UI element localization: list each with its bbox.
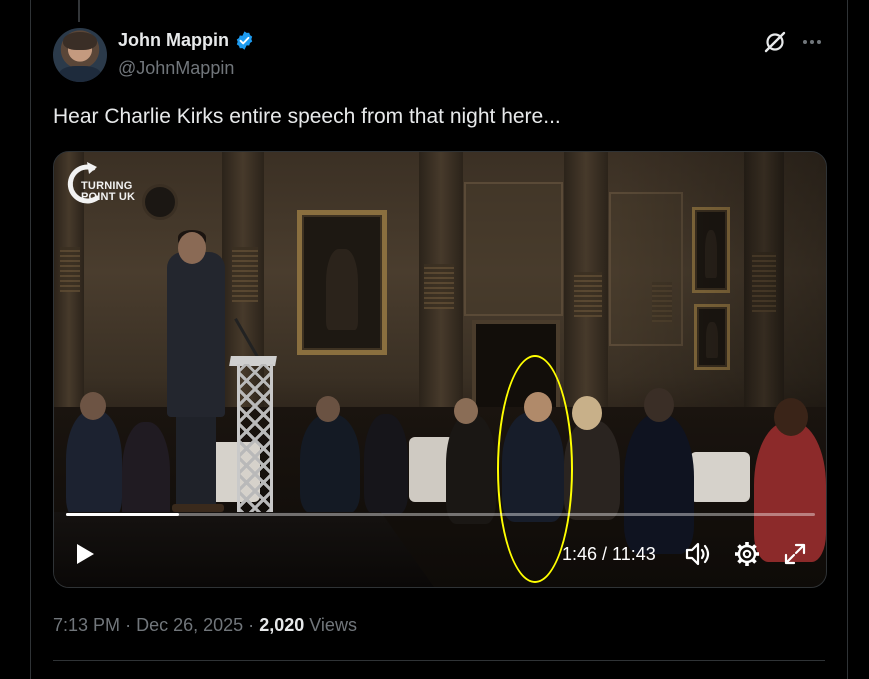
more-dot bbox=[810, 40, 814, 44]
column-border-left bbox=[30, 0, 31, 679]
verified-badge-icon[interactable] bbox=[234, 30, 255, 51]
wall-grille bbox=[60, 247, 80, 292]
more-icon[interactable] bbox=[803, 40, 821, 44]
audience-head bbox=[644, 388, 674, 422]
audience-member bbox=[624, 414, 694, 554]
audience-head bbox=[316, 396, 340, 422]
grok-icon[interactable] bbox=[763, 30, 787, 54]
fullscreen-icon[interactable] bbox=[783, 542, 807, 566]
gear-icon[interactable] bbox=[734, 541, 760, 567]
author-display-name[interactable]: John Mappin bbox=[118, 30, 229, 51]
divider bbox=[53, 660, 825, 661]
turning-point-uk-logo: TURNING POINT UK bbox=[63, 160, 147, 212]
wall-grille bbox=[232, 247, 258, 302]
video-progress-fill bbox=[66, 513, 180, 516]
thread-connector-line bbox=[78, 0, 80, 22]
author-handle[interactable]: @JohnMappin bbox=[118, 58, 234, 79]
tweet-time[interactable]: 7:13 PM bbox=[53, 615, 120, 635]
audience-head bbox=[774, 398, 808, 436]
tweet-metadata: 7:13 PM · Dec 26, 2025 · 2,020 Views bbox=[53, 615, 357, 636]
wall-panel bbox=[464, 182, 563, 316]
wall-grille bbox=[574, 272, 602, 317]
more-dot bbox=[803, 40, 807, 44]
video-time-display: 1:46 / 11:43 bbox=[562, 544, 656, 564]
video-controls: 1:46 / 11:43 bbox=[54, 534, 826, 574]
speaker-body bbox=[167, 252, 225, 417]
audience-head bbox=[80, 392, 106, 420]
avatar-shirt bbox=[59, 66, 101, 82]
meta-separator: · bbox=[248, 615, 255, 635]
portrait-figure bbox=[326, 248, 358, 330]
views-label: Views bbox=[309, 615, 357, 635]
volume-icon[interactable] bbox=[684, 541, 712, 567]
tweet-date[interactable]: Dec 26, 2025 bbox=[136, 615, 243, 635]
column-border-right bbox=[847, 0, 848, 679]
avatar[interactable] bbox=[53, 28, 107, 82]
audience-head bbox=[572, 396, 602, 430]
play-icon[interactable] bbox=[74, 542, 96, 566]
speaker-shoes bbox=[172, 504, 224, 512]
audience-member bbox=[446, 414, 496, 524]
logo-text: TURNING POINT UK bbox=[81, 181, 135, 203]
portrait-painting bbox=[297, 210, 387, 355]
wall-clock bbox=[142, 184, 178, 220]
tweet-text: Hear Charlie Kirks entire speech from th… bbox=[53, 105, 561, 128]
lectern-stand bbox=[237, 364, 273, 512]
dining-table bbox=[690, 452, 750, 502]
audience-head bbox=[454, 398, 478, 424]
meta-separator: · bbox=[125, 615, 132, 635]
speaker-head bbox=[178, 232, 206, 264]
audience-member bbox=[300, 414, 360, 514]
video-frame: TURNING POINT UK bbox=[54, 152, 826, 587]
wall-grille bbox=[424, 264, 454, 309]
speaker-legs bbox=[176, 407, 216, 512]
more-dot bbox=[817, 40, 821, 44]
views-count: 2,020 bbox=[259, 615, 305, 635]
audience-member bbox=[66, 410, 122, 520]
logo-text-line2: POINT UK bbox=[81, 191, 136, 203]
author-name-row: John Mappin bbox=[118, 30, 255, 51]
video-progress-bar[interactable] bbox=[66, 513, 815, 516]
video-player[interactable]: TURNING POINT UK 1:46 / 11:43 bbox=[53, 151, 827, 588]
audience-member bbox=[364, 414, 408, 514]
avatar-hair bbox=[63, 32, 97, 50]
